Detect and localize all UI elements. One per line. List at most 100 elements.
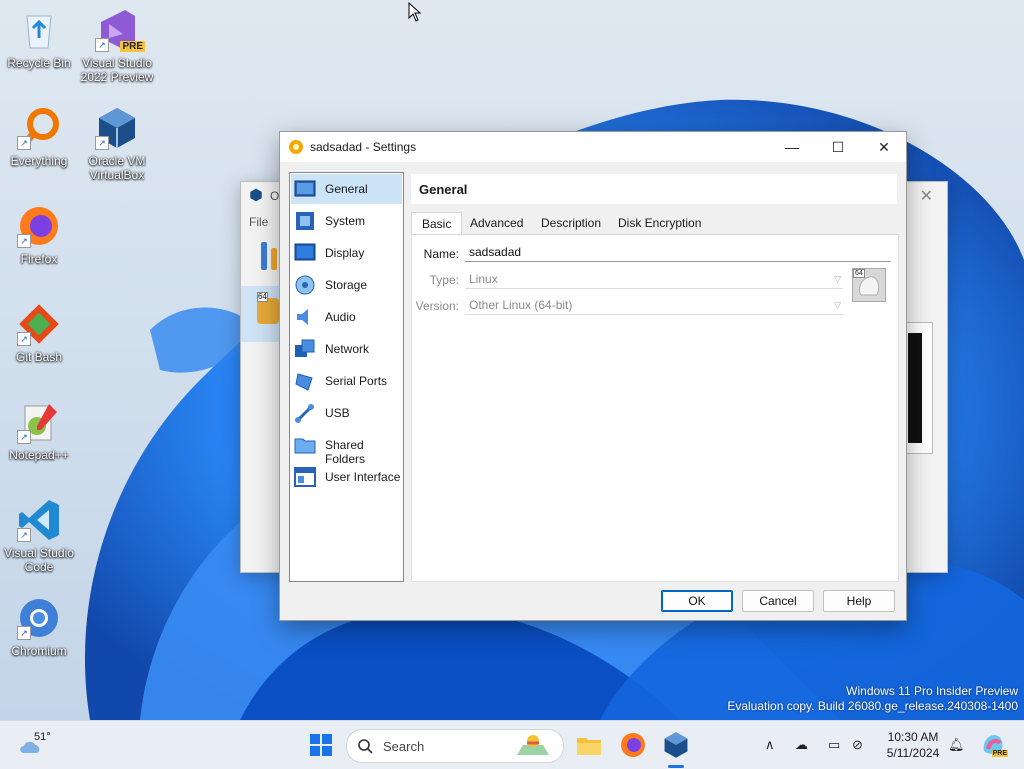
- taskbar-search[interactable]: Search: [346, 729, 564, 763]
- sidebar-item-network[interactable]: Network: [291, 334, 402, 364]
- pre-badge: PRE: [120, 41, 145, 52]
- desktop-icon-notepad-plus-plus[interactable]: ↗ Notepad++: [1, 400, 77, 462]
- sidebar-item-display[interactable]: Display: [291, 238, 402, 268]
- settings-gear-icon: [288, 139, 304, 155]
- help-button[interactable]: Help: [823, 590, 895, 612]
- desktop-icon-label: Visual Studio 2022 Preview: [80, 56, 154, 84]
- clock-time: 10:30 AM: [887, 730, 939, 744]
- chromium-icon: ↗: [17, 596, 61, 640]
- page-title: General: [419, 182, 468, 197]
- notepad-plus-plus-icon: ↗: [17, 400, 61, 444]
- shortcut-arrow-icon: ↗: [95, 136, 109, 150]
- desktop-icon-firefox[interactable]: ↗ Firefox: [1, 204, 77, 266]
- user-interface-icon: [294, 466, 316, 488]
- sidebar-item-storage[interactable]: Storage: [291, 270, 402, 300]
- close-icon[interactable]: ✕: [920, 186, 933, 206]
- sidebar-item-system[interactable]: System: [291, 206, 402, 236]
- name-label: Name:: [423, 247, 459, 261]
- virtualbox-icon: [249, 188, 263, 205]
- ok-button[interactable]: OK: [661, 590, 733, 612]
- sidebar-item-usb[interactable]: USB: [291, 398, 402, 428]
- menu-file[interactable]: File: [249, 215, 268, 229]
- shortcut-arrow-icon: ↗: [17, 234, 31, 248]
- weather-widget[interactable]: 51°: [16, 729, 76, 761]
- desktop-icon-label: Visual Studio Code: [4, 546, 74, 574]
- os-64-badge: 64: [853, 269, 865, 278]
- firefox-icon: ↗: [17, 204, 61, 248]
- sidebar-item-label: System: [325, 214, 366, 228]
- storage-icon: [294, 274, 316, 296]
- desktop-icon-everything[interactable]: ↗ Everything: [1, 106, 77, 168]
- shortcut-arrow-icon: ↗: [17, 430, 31, 444]
- vm-preview: [903, 322, 933, 454]
- desktop-icon-recycle-bin[interactable]: Recycle Bin: [1, 8, 77, 70]
- close-button[interactable]: ✕: [861, 132, 907, 162]
- taskbar-clock[interactable]: 10:30 AM 5/11/2024: [872, 729, 954, 761]
- tab-description[interactable]: Description: [531, 212, 611, 234]
- desktop-icon-virtualbox[interactable]: ↗ Oracle VM VirtualBox: [79, 106, 155, 182]
- os-type-icon: 64: [852, 268, 886, 302]
- file-explorer-taskbar-icon[interactable]: [575, 731, 603, 759]
- visual-studio-preview-icon: PRE ↗: [95, 8, 145, 52]
- recycle-bin-icon: [17, 8, 61, 52]
- tab-advanced[interactable]: Advanced: [460, 212, 533, 234]
- sidebar-item-label: Network: [325, 342, 370, 356]
- clock-date: 5/11/2024: [886, 746, 940, 760]
- desktop-icon-label: Everything: [10, 154, 68, 168]
- vm-list-item[interactable]: 64: [241, 286, 281, 342]
- virtualbox-taskbar-icon[interactable]: [662, 731, 690, 768]
- network-status-icon[interactable]: ⊘: [852, 737, 863, 753]
- sidebar-item-user-interface[interactable]: User Interface: [291, 462, 402, 492]
- shared-folders-icon: [294, 434, 316, 456]
- serial-ports-icon: [294, 370, 316, 392]
- sidebar-item-general[interactable]: General: [291, 174, 402, 204]
- name-field[interactable]: [465, 243, 891, 262]
- settings-sidebar: General System Display Storage Audio Net…: [289, 172, 404, 582]
- tab-bar: Basic Advanced Description Disk Encrypti…: [411, 212, 897, 236]
- sidebar-item-audio[interactable]: Audio: [291, 302, 402, 332]
- dialog-title: sadsadad - Settings: [310, 140, 417, 154]
- maximize-button[interactable]: ☐: [815, 132, 861, 162]
- shortcut-arrow-icon: ↗: [17, 626, 31, 640]
- show-hidden-icons-chevron-icon[interactable]: ∧: [765, 737, 775, 753]
- manager-title: O: [270, 189, 280, 203]
- display-tray-icon[interactable]: ▭: [828, 737, 840, 753]
- cancel-button[interactable]: Cancel: [742, 590, 814, 612]
- sidebar-item-label: Display: [325, 246, 365, 260]
- taskbar: 51° Search ∧ ☁ ▭ ⊘ 10:30 AM 5/11/2024 🔔︎…: [0, 720, 1024, 769]
- search-highlight-icon: [517, 735, 549, 755]
- system-icon: [294, 210, 316, 232]
- desktop-icon-label: Notepad++: [9, 448, 69, 462]
- vm-64-badge: 64: [257, 292, 268, 302]
- desktop-icon-git-bash[interactable]: ↗ Git Bash: [1, 302, 77, 364]
- chevron-down-icon: ▽: [834, 300, 841, 310]
- search-icon: [358, 739, 373, 754]
- usb-icon: [294, 402, 316, 424]
- tools-icon[interactable]: [259, 240, 281, 275]
- firefox-taskbar-icon[interactable]: [619, 731, 647, 759]
- version-label: Version:: [415, 299, 459, 313]
- tab-disk-encryption[interactable]: Disk Encryption: [608, 212, 711, 234]
- version-select[interactable]: Other Linux (64-bit) ▽: [465, 296, 843, 315]
- minimize-button[interactable]: —: [769, 132, 815, 162]
- desktop-icon-visual-studio-preview[interactable]: PRE ↗ Visual Studio 2022 Preview: [79, 8, 155, 84]
- start-button[interactable]: [307, 731, 335, 759]
- audio-icon: [294, 306, 316, 328]
- sidebar-item-label: USB: [325, 406, 350, 420]
- dialog-titlebar[interactable]: sadsadad - Settings — ☐ ✕: [280, 132, 906, 162]
- tab-basic[interactable]: Basic: [411, 212, 463, 236]
- shortcut-arrow-icon: ↗: [17, 528, 31, 542]
- onedrive-offline-icon[interactable]: ☁: [795, 737, 808, 753]
- windows-watermark: Windows 11 Pro Insider Preview Evaluatio…: [727, 684, 1018, 714]
- desktop-icon-chromium[interactable]: ↗ Chromium: [1, 596, 77, 658]
- sidebar-item-serial-ports[interactable]: Serial Ports: [291, 366, 402, 396]
- network-icon: [294, 338, 316, 360]
- type-select[interactable]: Linux ▽: [465, 270, 843, 289]
- copilot-icon[interactable]: PRE: [980, 731, 1008, 757]
- sidebar-item-shared-folders[interactable]: Shared Folders: [291, 430, 402, 466]
- git-bash-icon: ↗: [17, 302, 61, 346]
- desktop-icon-vscode[interactable]: ↗ Visual Studio Code: [1, 498, 77, 574]
- notification-bell-icon[interactable]: 🔔︎: [948, 737, 965, 753]
- watermark-line: Evaluation copy. Build 26080.ge_release.…: [727, 699, 1018, 713]
- settings-dialog[interactable]: sadsadad - Settings — ☐ ✕ General System…: [279, 131, 907, 621]
